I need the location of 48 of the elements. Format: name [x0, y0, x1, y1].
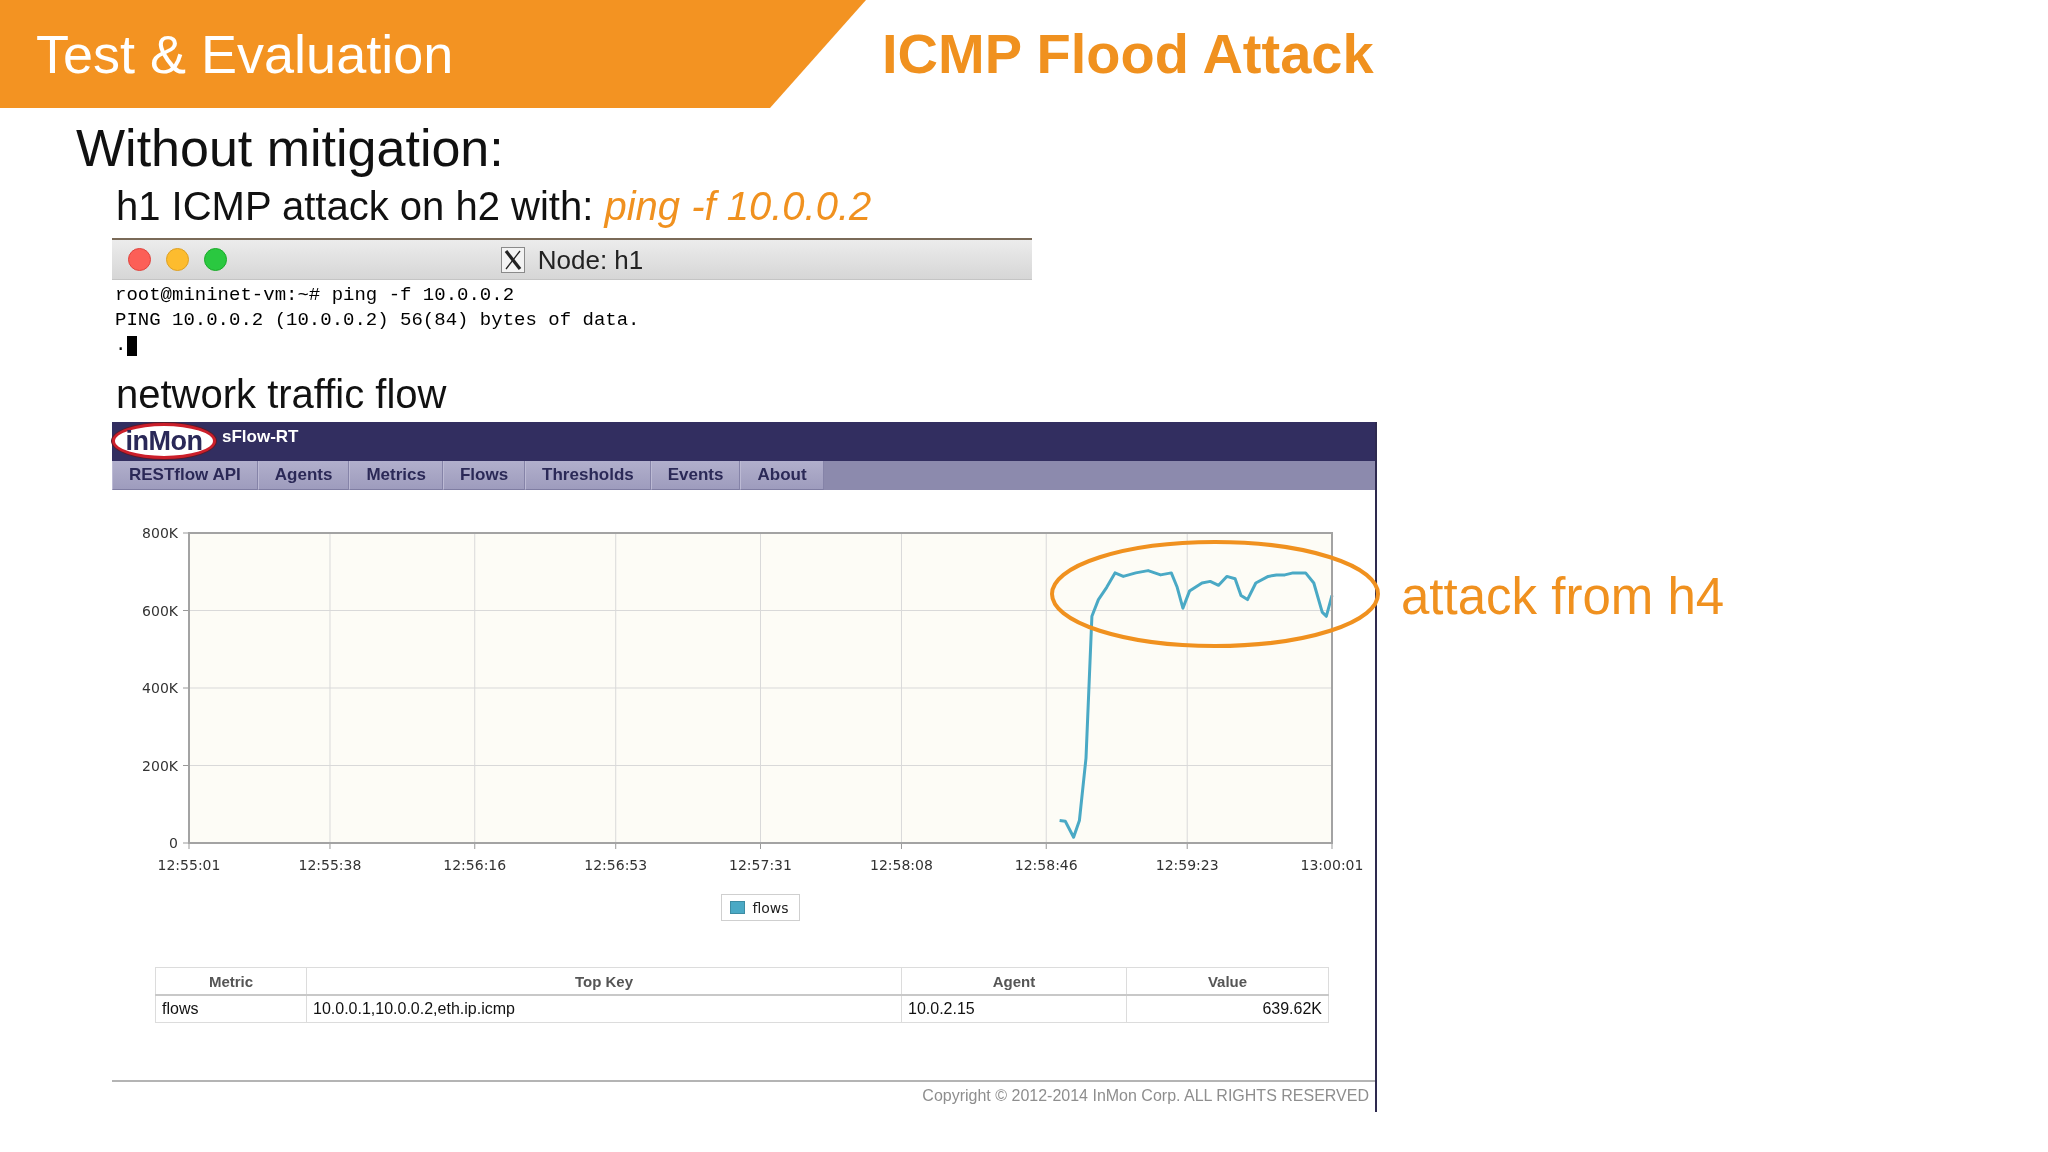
text-cursor-icon [127, 335, 138, 356]
x-axis-label: 12:55:01 [157, 857, 221, 873]
y-axis-label: 800K [142, 525, 178, 541]
legend-label: flows [752, 899, 789, 916]
terminal-line: root@mininet-vm:~# ping -f 10.0.0.2 [115, 283, 515, 308]
table-cell: 10.0.2.15 [901, 995, 1127, 1023]
window-zoom-icon[interactable] [204, 248, 227, 271]
nav-tab[interactable]: Events [650, 461, 741, 490]
y-axis-label: 200K [142, 757, 178, 774]
window-close-icon[interactable] [128, 248, 151, 271]
x-axis-label: 12:56:53 [584, 857, 648, 873]
table-cell: 639.62K [1126, 995, 1329, 1023]
x-axis-label: 12:55:38 [298, 857, 362, 873]
x-box-icon [500, 246, 525, 273]
nav-tab[interactable]: Thresholds [525, 461, 651, 490]
column-header: Agent [901, 967, 1127, 995]
column-header: Top Key [306, 967, 902, 995]
app-name: sFlow-RT [222, 427, 299, 447]
nav-tab[interactable]: About [740, 461, 824, 490]
table-cell: flows [155, 995, 307, 1023]
window-title: Node: h1 [537, 244, 644, 275]
terminal-line: PING 10.0.0.2 (10.0.0.2) 56(84) bytes of data. [115, 308, 640, 333]
column-header: Value [1126, 967, 1329, 995]
x-axis-label: 12:57:31 [729, 857, 792, 873]
window-minimize-icon[interactable] [166, 248, 189, 271]
table-cell: 10.0.0.1,10.0.0.2,eth.ip.icmp [306, 995, 902, 1023]
y-axis-label: 600K [142, 602, 178, 619]
terminal-line: . [115, 333, 127, 358]
nav-tab[interactable]: Flows [442, 461, 526, 490]
x-axis-label: 12:59:23 [1155, 857, 1219, 873]
y-axis-label: 400K [142, 680, 178, 696]
copyright-text: Copyright © 2012-2014 InMon Corp. ALL RIGHTS RESERVED [922, 1087, 1369, 1104]
x-axis-label: 12:56:16 [443, 857, 507, 873]
x-axis-label: 12:58:46 [1014, 857, 1078, 873]
y-axis-label: 0 [169, 835, 178, 851]
column-header: Metric [155, 967, 307, 995]
subheading: h1 ICMP attack on h2 with: ping -f 10.0.0.2 [116, 183, 872, 229]
heading: Without mitigation: [76, 118, 504, 178]
callout-text: attack from h4 [1401, 568, 1725, 626]
section-label: network traffic flow [116, 371, 447, 417]
section-title: Test & Evaluation [36, 23, 454, 85]
nav-tab[interactable]: Metrics [349, 461, 443, 490]
nav-tab[interactable]: RESTflow API [112, 461, 258, 490]
slide-title: ICMP Flood Attack [882, 22, 1374, 86]
x-axis-label: 13:00:01 [1300, 857, 1364, 873]
nav-tab[interactable]: Agents [257, 461, 350, 490]
brand-logo[interactable]: inMon [112, 423, 216, 459]
x-axis-label: 12:58:08 [870, 857, 933, 873]
